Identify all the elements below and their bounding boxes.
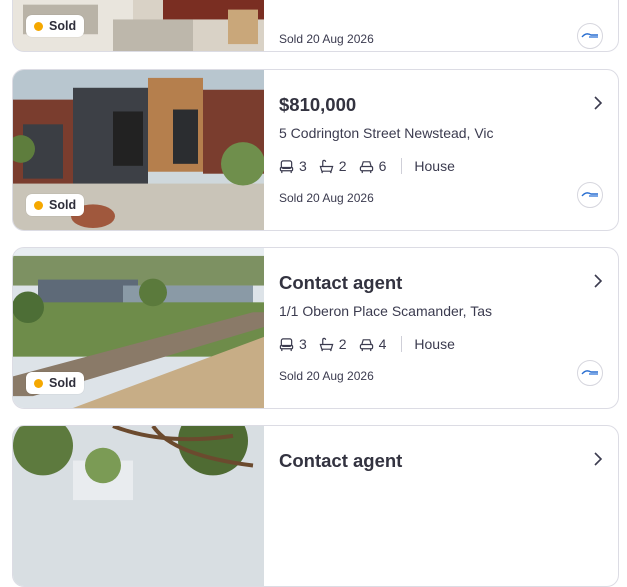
- listing-info: Contact agent 1/1 Oberon Place Scamander…: [279, 248, 618, 408]
- status-label: Sold: [49, 376, 77, 390]
- bath-icon: [319, 159, 334, 173]
- car-spaces: 4: [359, 336, 387, 352]
- divider: [401, 336, 403, 352]
- listing-photo[interactable]: Sold: [13, 70, 264, 230]
- chevron-right-icon[interactable]: [592, 94, 604, 112]
- bath-icon: [319, 337, 334, 351]
- bed-icon: [279, 159, 294, 173]
- car-count: 4: [378, 336, 387, 352]
- property-type: House: [414, 158, 455, 174]
- listing-price: Contact agent: [279, 272, 403, 293]
- listing-photo[interactable]: Sold: [13, 0, 264, 51]
- tree-house-photo-icon: [13, 426, 264, 586]
- bath-count: 2: [338, 336, 347, 352]
- listing-info: Contact agent: [279, 426, 618, 586]
- sold-dot-icon: [34, 200, 43, 210]
- listing-card-1[interactable]: Sold $810,000 5 Codrington Street Newste…: [12, 69, 619, 231]
- sold-dot-icon: [34, 378, 43, 388]
- sold-date: Sold 20 Aug 2026: [279, 32, 374, 46]
- listing-card-2[interactable]: Sold Contact agent 1/1 Oberon Place Scam…: [12, 247, 619, 409]
- listing-photo[interactable]: [13, 426, 264, 586]
- status-label: Sold: [49, 19, 77, 33]
- agency-logo-icon[interactable]: [577, 23, 603, 49]
- listing-photo[interactable]: Sold: [13, 248, 264, 408]
- sold-dot-icon: [34, 21, 43, 31]
- listing-card-3[interactable]: Contact agent: [12, 425, 619, 587]
- bed-count: 3: [299, 336, 307, 352]
- bathrooms: 2: [319, 336, 347, 352]
- listing-price: Contact agent: [279, 450, 403, 471]
- bath-count: 2: [338, 158, 347, 174]
- bedrooms: 3: [279, 336, 307, 352]
- listing-info: $810,000 5 Codrington Street Newstead, V…: [279, 70, 618, 230]
- listing-address[interactable]: 5 Codrington Street Newstead, Vic: [279, 125, 494, 141]
- bathrooms: 2: [319, 158, 347, 174]
- listing-price: $810,000: [279, 94, 357, 115]
- chevron-right-icon[interactable]: [592, 272, 604, 290]
- bed-count: 3: [299, 158, 307, 174]
- status-badge: Sold: [26, 194, 85, 216]
- bed-icon: [279, 337, 294, 351]
- car-count: 6: [378, 158, 387, 174]
- listing-features: 3 2 6 House: [279, 158, 455, 174]
- car-icon: [359, 338, 373, 351]
- listing-features: 3 2 4 House: [279, 336, 455, 352]
- listing-card-0[interactable]: Sold Sold 20 Aug 2026: [12, 0, 619, 52]
- bedrooms: 3: [279, 158, 307, 174]
- listing-address[interactable]: 1/1 Oberon Place Scamander, Tas: [279, 303, 492, 319]
- car-icon: [359, 160, 373, 173]
- agency-logo-icon[interactable]: [577, 182, 603, 208]
- sold-date: Sold 20 Aug 2026: [279, 191, 374, 205]
- agency-logo-icon[interactable]: [577, 360, 603, 386]
- divider: [401, 158, 403, 174]
- status-label: Sold: [49, 198, 77, 212]
- property-type: House: [414, 336, 455, 352]
- car-spaces: 6: [359, 158, 387, 174]
- status-badge: Sold: [26, 372, 85, 394]
- chevron-right-icon[interactable]: [592, 450, 604, 468]
- listing-info: Sold 20 Aug 2026: [279, 0, 618, 51]
- sold-date: Sold 20 Aug 2026: [279, 369, 374, 383]
- status-badge: Sold: [26, 15, 85, 37]
